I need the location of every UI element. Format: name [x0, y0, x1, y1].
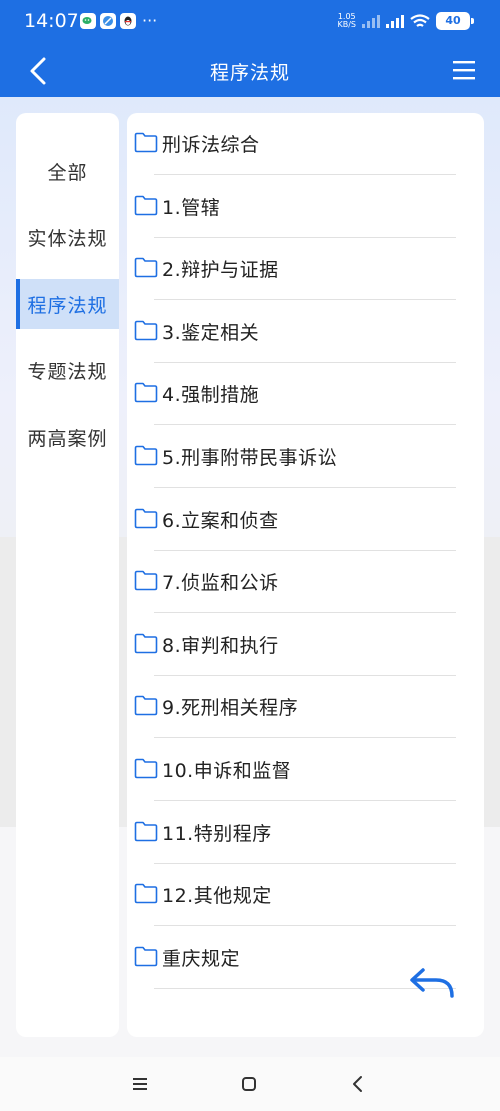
folder-icon [134, 195, 158, 215]
folder-list-item[interactable]: 刑诉法综合 [127, 113, 484, 175]
folder-list-item[interactable]: 11.特别程序 [127, 802, 484, 864]
sidebar-item-substantive-law[interactable]: 实体法规 [16, 212, 119, 262]
folder-icon [134, 758, 158, 779]
folder-label: 6.立案和侦查 [162, 509, 279, 532]
folder-list-item[interactable]: 3.鉴定相关 [127, 301, 484, 363]
category-sidebar: 全部 实体法规 程序法规 专题法规 两高案例 [16, 113, 119, 1037]
sidebar-item-cases[interactable]: 两高案例 [16, 412, 119, 462]
folder-icon [134, 883, 158, 904]
folder-list-item[interactable]: 10.申诉和监督 [127, 739, 484, 801]
folder-label: 重庆规定 [162, 947, 241, 970]
network-speed-unit: KB/S [337, 20, 356, 29]
folder-icon [134, 132, 158, 153]
folder-list-item[interactable]: 2.辩护与证据 [127, 238, 484, 301]
battery-level: 40 [436, 12, 470, 30]
wifi-icon [410, 13, 430, 27]
folder-icon [134, 570, 158, 591]
app-header: 14:07 ··· 1.05 KB/S 40 程序法规 [0, 0, 500, 97]
folder-list-item[interactable]: 7.侦监和公诉 [127, 551, 484, 614]
folder-label: 2.辩护与证据 [162, 259, 279, 282]
status-bar: 14:07 ··· 1.05 KB/S 40 [0, 0, 500, 44]
folder-icon [134, 445, 158, 466]
folder-list-item[interactable]: 9.死刑相关程序 [127, 676, 484, 739]
page-title: 程序法规 [209, 62, 290, 84]
status-time: 14:07 [24, 10, 79, 32]
folder-list-item[interactable]: 6.立案和侦查 [127, 489, 484, 551]
folder-icon [134, 633, 158, 654]
folder-label: 12.其他规定 [162, 885, 272, 908]
battery-icon: 40 [436, 12, 474, 30]
network-speed: 1.05 KB/S [337, 13, 356, 29]
folder-icon [134, 821, 158, 841]
notification-icons: ··· [80, 13, 157, 29]
system-status: 1.05 KB/S 40 [337, 12, 474, 30]
signal-1-icon [362, 14, 380, 28]
folder-label: 1.管辖 [162, 196, 221, 219]
folder-list: 刑诉法综合 1.管辖 2.辩护与证据 3.鉴定相关 4.强制措施 5.刑事附带民事诉讼 6.… [127, 113, 484, 1037]
folder-icon [134, 320, 158, 341]
system-back-icon[interactable] [347, 1073, 369, 1095]
folder-icon [134, 508, 158, 528]
home-icon[interactable] [238, 1073, 260, 1095]
wechat-icon [80, 13, 96, 29]
folder-icon [134, 257, 158, 278]
folder-list-item[interactable]: 1.管辖 [127, 176, 484, 238]
folder-icon [134, 696, 158, 716]
more-notifications-icon: ··· [142, 11, 158, 30]
hamburger-menu-icon[interactable] [452, 58, 476, 82]
folder-icon [134, 383, 158, 403]
folder-label: 11.特别程序 [162, 822, 272, 845]
signal-2-icon [386, 14, 404, 28]
folder-label: 7.侦监和公诉 [162, 572, 279, 595]
return-arrow-icon[interactable] [408, 966, 456, 1000]
recent-apps-icon[interactable] [129, 1073, 151, 1095]
folder-label: 10.申诉和监督 [162, 760, 292, 782]
folder-label: 5.刑事附带民事诉讼 [162, 447, 338, 469]
folder-list-item[interactable]: 12.其他规定 [127, 864, 484, 927]
qq-icon [120, 13, 136, 29]
sidebar-item-procedural-law[interactable]: 程序法规 [16, 279, 119, 329]
folder-label: 刑诉法综合 [162, 134, 260, 156]
sidebar-item-all[interactable]: 全部 [16, 146, 119, 196]
folder-list-item[interactable]: 8.审判和执行 [127, 614, 484, 676]
browser-icon [100, 13, 116, 29]
sidebar-item-special-topics[interactable]: 专题法规 [16, 345, 119, 395]
folder-list-item[interactable]: 5.刑事附带民事诉讼 [127, 426, 484, 488]
folder-list-item[interactable]: 4.强制措施 [127, 363, 484, 426]
folder-label: 9.死刑相关程序 [162, 697, 299, 720]
folder-label: 3.鉴定相关 [162, 321, 260, 344]
navigation-bar: 程序法规 [0, 44, 500, 97]
folder-icon [134, 946, 158, 967]
system-navigation-bar [0, 1057, 500, 1111]
folder-label: 4.强制措施 [162, 384, 260, 407]
folder-label: 8.审判和执行 [162, 634, 279, 657]
